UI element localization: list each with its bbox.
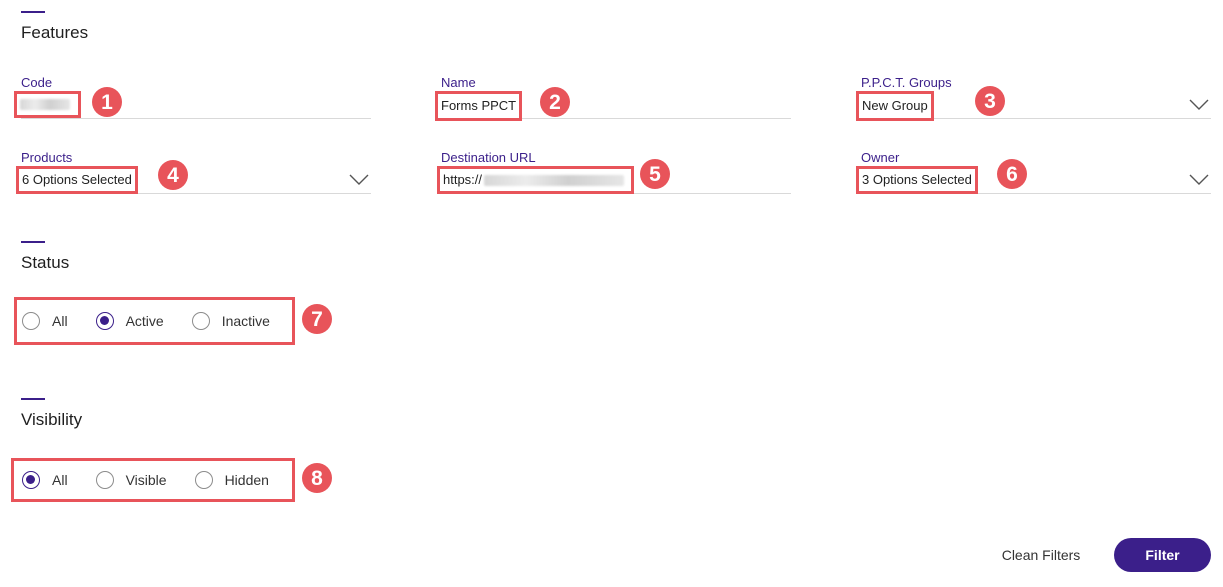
status-option-active[interactable]: Active — [95, 312, 164, 330]
name-field[interactable]: Name Forms PPCT — [435, 75, 791, 121]
chevron-down-icon[interactable] — [1189, 174, 1209, 186]
radio-unchecked-icon[interactable] — [95, 471, 114, 489]
ppct-groups-value: New Group — [862, 98, 928, 113]
clean-filters-button[interactable]: Clean Filters — [990, 541, 1092, 569]
badge-8: 8 — [302, 463, 332, 493]
visibility-option-visible[interactable]: Visible — [95, 471, 167, 489]
visibility-section-bar — [21, 398, 45, 400]
visibility-option-all[interactable]: All — [22, 471, 68, 489]
ppct-groups-select[interactable]: New Group — [856, 91, 934, 121]
radio-unchecked-icon[interactable] — [194, 471, 213, 489]
badge-5: 5 — [640, 159, 670, 189]
owner-label: Owner — [861, 150, 900, 165]
chevron-down-icon[interactable] — [349, 174, 369, 186]
code-redacted-value — [20, 99, 70, 110]
chevron-down-icon[interactable] — [1189, 99, 1209, 111]
name-input[interactable]: Forms PPCT — [435, 91, 523, 121]
code-label: Code — [21, 75, 53, 90]
owner-field[interactable]: Owner 3 Options Selected — [856, 150, 1211, 194]
radio-unchecked-icon[interactable] — [22, 312, 40, 330]
features-section-title: Features — [21, 23, 89, 42]
code-field[interactable]: Code — [14, 75, 371, 119]
owner-select[interactable]: 3 Options Selected — [856, 166, 978, 194]
owner-value: 3 Options Selected — [862, 172, 972, 187]
destination-url-field[interactable]: Destination URL https:// — [437, 150, 791, 194]
filter-button[interactable]: Filter — [1114, 538, 1211, 572]
products-select[interactable]: 6 Options Selected — [16, 166, 138, 194]
visibility-option-hidden[interactable]: Hidden — [194, 471, 269, 489]
status-option-label: All — [52, 313, 68, 329]
products-field[interactable]: Products 6 Options Selected — [16, 150, 371, 194]
badge-1: 1 — [92, 87, 122, 117]
ppct-groups-label: P.P.C.T. Groups — [861, 75, 952, 90]
status-option-label: Inactive — [221, 313, 270, 329]
visibility-option-label: All — [52, 472, 68, 488]
visibility-section-title: Visibility — [21, 410, 83, 429]
destination-url-redacted — [484, 174, 625, 186]
status-option-inactive[interactable]: Inactive — [191, 312, 270, 330]
radio-checked-icon[interactable] — [22, 471, 40, 489]
status-option-all[interactable]: All — [22, 312, 68, 330]
visibility-radio-group: All Visible Hidden — [11, 458, 295, 502]
destination-url-label: Destination URL — [441, 150, 536, 165]
radio-checked-icon[interactable] — [95, 312, 114, 330]
badge-4: 4 — [158, 160, 188, 190]
products-value: 6 Options Selected — [22, 172, 132, 187]
ppct-groups-field[interactable]: P.P.C.T. Groups New Group — [856, 75, 1211, 121]
status-option-label: Active — [125, 313, 164, 329]
badge-6: 6 — [997, 159, 1027, 189]
name-value: Forms PPCT — [441, 98, 517, 113]
badge-2: 2 — [540, 87, 570, 117]
destination-url-input[interactable]: https:// — [437, 166, 634, 194]
badge-3: 3 — [975, 86, 1005, 116]
status-section-bar — [21, 241, 45, 243]
radio-unchecked-icon[interactable] — [191, 312, 210, 330]
code-input[interactable] — [14, 91, 81, 118]
visibility-option-label: Hidden — [224, 472, 269, 488]
badge-7: 7 — [302, 304, 332, 334]
destination-url-value: https:// — [443, 172, 483, 187]
name-label: Name — [441, 75, 476, 90]
visibility-option-label: Visible — [125, 472, 167, 488]
status-radio-group: All Active Inactive — [14, 297, 295, 345]
features-section-bar — [21, 11, 45, 13]
products-label: Products — [21, 150, 73, 165]
status-section-title: Status — [21, 253, 70, 272]
